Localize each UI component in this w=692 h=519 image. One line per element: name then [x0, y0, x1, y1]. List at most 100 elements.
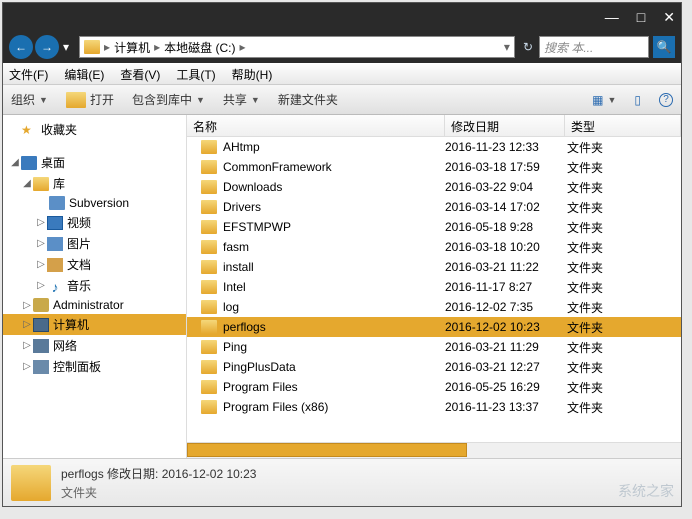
file-row[interactable]: Downloads2016-03-22 9:04文件夹: [187, 177, 681, 197]
file-type: 文件夹: [565, 299, 681, 316]
search-button[interactable]: 🔍: [653, 36, 675, 58]
file-row[interactable]: Drivers2016-03-14 17:02文件夹: [187, 197, 681, 217]
file-type: 文件夹: [565, 279, 681, 296]
column-headers: 名称 修改日期 类型: [187, 115, 681, 137]
file-date: 2016-11-23 12:33: [445, 140, 565, 154]
tree-subversion[interactable]: Subversion: [3, 194, 186, 212]
col-date[interactable]: 修改日期: [445, 115, 565, 136]
tree-documents[interactable]: ▷ 文档: [3, 254, 186, 275]
expand-icon[interactable]: ▷: [21, 319, 33, 330]
back-button[interactable]: ←: [9, 35, 33, 59]
tree-desktop[interactable]: ◢ 桌面: [3, 152, 186, 173]
expand-icon[interactable]: ▷: [35, 217, 47, 228]
menu-edit[interactable]: 编辑(E): [64, 66, 104, 83]
desktop-icon: [21, 156, 37, 170]
view-mode-button[interactable]: ▦▼: [592, 93, 616, 107]
folder-icon: [201, 280, 217, 294]
expand-icon[interactable]: ▷: [35, 280, 47, 291]
titlebar: — □ ✕: [3, 3, 681, 31]
file-row[interactable]: Ping2016-03-21 11:29文件夹: [187, 337, 681, 357]
minimize-button[interactable]: —: [605, 9, 619, 25]
file-name: Program Files (x86): [223, 400, 445, 414]
expand-icon[interactable]: ▷: [21, 361, 33, 372]
file-type: 文件夹: [565, 339, 681, 356]
file-row[interactable]: Program Files (x86)2016-11-23 13:37文件夹: [187, 397, 681, 417]
collapse-icon[interactable]: ◢: [9, 157, 21, 168]
file-row[interactable]: perflogs2016-12-02 10:23文件夹: [187, 317, 681, 337]
explorer-window: — □ ✕ ← → ▾ ▸ 计算机 ▸ 本地磁盘 (C:) ▸ ▾ ↻ 搜索 本…: [2, 2, 682, 507]
collapse-icon[interactable]: ◢: [21, 178, 33, 189]
tree-computer[interactable]: ▷ 计算机: [3, 314, 186, 335]
maximize-button[interactable]: □: [637, 9, 645, 25]
file-row[interactable]: EFSTMPWP2016-05-18 9:28文件夹: [187, 217, 681, 237]
file-date: 2016-03-18 17:59: [445, 160, 565, 174]
menu-file[interactable]: 文件(F): [9, 66, 48, 83]
tree-library[interactable]: ◢ 库: [3, 173, 186, 194]
detail-type: 文件夹: [61, 484, 256, 501]
tree-favorites[interactable]: ★ 收藏夹: [3, 119, 186, 140]
share-button[interactable]: 共享▼: [223, 91, 260, 108]
col-name[interactable]: 名称: [187, 115, 445, 136]
breadcrumb[interactable]: ▸ 计算机 ▸ 本地磁盘 (C:) ▸ ▾: [79, 36, 515, 58]
tree-video[interactable]: ▷ 视频: [3, 212, 186, 233]
horizontal-scrollbar[interactable]: [187, 442, 681, 458]
organize-button[interactable]: 组织▼: [11, 91, 48, 108]
file-name: perflogs: [223, 320, 445, 334]
file-row[interactable]: PingPlusData2016-03-21 12:27文件夹: [187, 357, 681, 377]
menu-help[interactable]: 帮助(H): [232, 66, 273, 83]
help-icon[interactable]: ?: [659, 93, 673, 107]
menu-tools[interactable]: 工具(T): [176, 66, 215, 83]
forward-button[interactable]: →: [35, 35, 59, 59]
computer-icon: [33, 318, 49, 332]
toolbar: 组织▼ 打开 包含到库中▼ 共享▼ 新建文件夹 ▦▼ ▯ ?: [3, 85, 681, 115]
tree-control-panel[interactable]: ▷ 控制面板: [3, 356, 186, 377]
file-list[interactable]: AHtmp2016-11-23 12:33文件夹CommonFramework2…: [187, 137, 681, 442]
file-date: 2016-03-21 11:29: [445, 340, 565, 354]
file-row[interactable]: install2016-03-21 11:22文件夹: [187, 257, 681, 277]
breadcrumb-computer[interactable]: 计算机: [114, 39, 150, 56]
open-button[interactable]: 打开: [66, 91, 114, 108]
file-row[interactable]: fasm2016-03-18 10:20文件夹: [187, 237, 681, 257]
file-type: 文件夹: [565, 359, 681, 376]
file-row[interactable]: Intel2016-11-17 8:27文件夹: [187, 277, 681, 297]
tree-pictures[interactable]: ▷ 图片: [3, 233, 186, 254]
file-date: 2016-03-21 12:27: [445, 360, 565, 374]
refresh-icon[interactable]: ↻: [523, 40, 533, 54]
file-type: 文件夹: [565, 139, 681, 156]
scrollbar-thumb[interactable]: [187, 443, 467, 457]
breadcrumb-drive[interactable]: 本地磁盘 (C:): [164, 39, 235, 56]
close-button[interactable]: ✕: [663, 9, 675, 26]
folder-icon: [201, 260, 217, 274]
new-folder-button[interactable]: 新建文件夹: [278, 91, 338, 108]
file-name: Downloads: [223, 180, 445, 194]
file-name: EFSTMPWP: [223, 220, 445, 234]
search-input[interactable]: 搜索 本...: [539, 36, 649, 58]
expand-icon[interactable]: ▷: [21, 340, 33, 351]
music-icon: ♪: [47, 279, 63, 293]
file-row[interactable]: AHtmp2016-11-23 12:33文件夹: [187, 137, 681, 157]
folder-icon: [201, 180, 217, 194]
folder-icon: [201, 400, 217, 414]
file-row[interactable]: Program Files2016-05-25 16:29文件夹: [187, 377, 681, 397]
file-name: AHtmp: [223, 140, 445, 154]
tree-admin[interactable]: ▷ Administrator: [3, 296, 186, 314]
file-date: 2016-03-14 17:02: [445, 200, 565, 214]
expand-icon[interactable]: ▷: [35, 238, 47, 249]
file-name: PingPlusData: [223, 360, 445, 374]
menu-view[interactable]: 查看(V): [120, 66, 160, 83]
history-dropdown-icon[interactable]: ▾: [63, 40, 69, 54]
tree-music[interactable]: ▷ ♪ 音乐: [3, 275, 186, 296]
col-type[interactable]: 类型: [565, 115, 681, 136]
expand-icon[interactable]: ▷: [21, 300, 33, 311]
file-row[interactable]: log2016-12-02 7:35文件夹: [187, 297, 681, 317]
folder-icon: [201, 340, 217, 354]
file-type: 文件夹: [565, 259, 681, 276]
file-name: Drivers: [223, 200, 445, 214]
expand-icon[interactable]: ▷: [35, 259, 47, 270]
file-row[interactable]: CommonFramework2016-03-18 17:59文件夹: [187, 157, 681, 177]
preview-pane-button[interactable]: ▯: [634, 93, 641, 107]
include-library-button[interactable]: 包含到库中▼: [132, 91, 205, 108]
file-name: CommonFramework: [223, 160, 445, 174]
breadcrumb-dropdown-icon[interactable]: ▾: [504, 40, 510, 54]
tree-network[interactable]: ▷ 网络: [3, 335, 186, 356]
